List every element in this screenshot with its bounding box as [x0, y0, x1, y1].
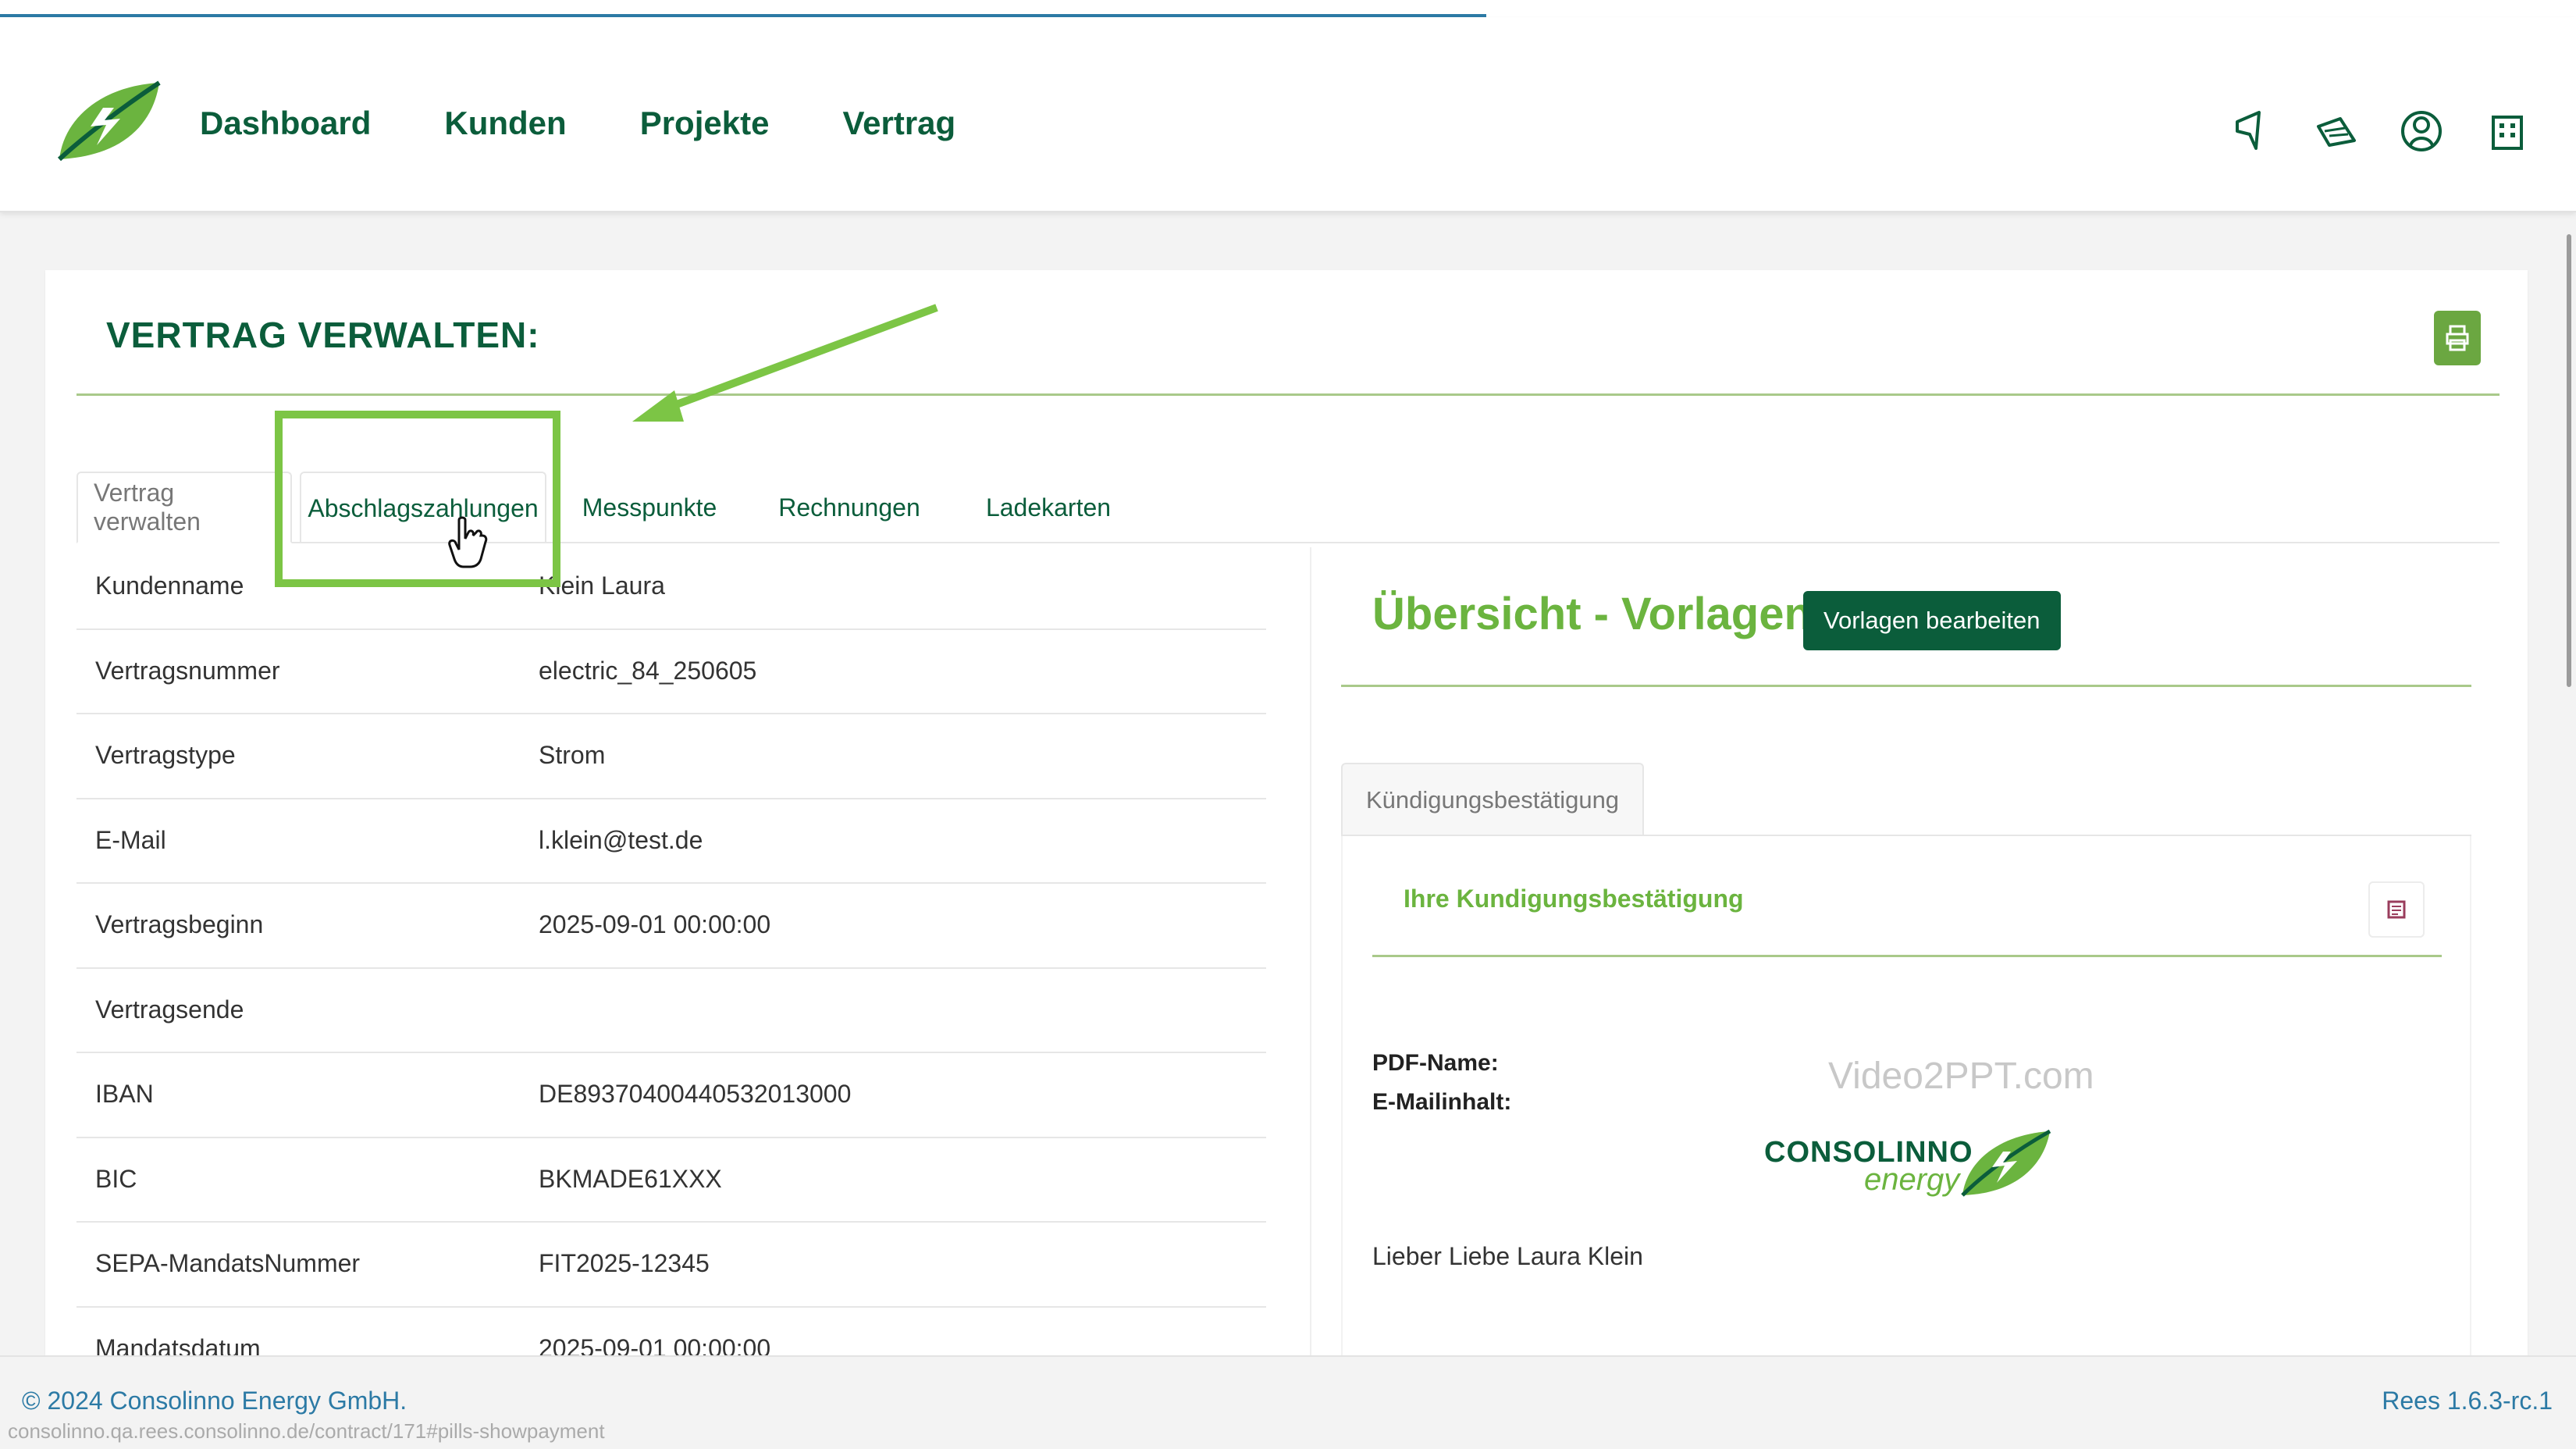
page-scrollbar-thumb[interactable]	[2567, 234, 2571, 687]
building-icon[interactable]	[2485, 103, 2529, 159]
video-watermark: Video2PPT.com	[1828, 1056, 2094, 1097]
table-row: Vertragsbeginn 2025-09-01 00:00:00	[76, 884, 1266, 969]
main-nav: Dashboard Kunden Projekte Vertrag	[200, 105, 955, 142]
template-card-divider	[1372, 955, 2442, 957]
table-row: Vertragstype Strom	[76, 714, 1266, 799]
title-divider	[76, 393, 2500, 396]
consolinno-energy-logo: CONSOLINNO energy	[1764, 1129, 2061, 1206]
table-row: IBAN DE89370400440532013000	[76, 1053, 1266, 1138]
edit-templates-button[interactable]: Vorlagen bearbeiten	[1803, 591, 2061, 650]
footer-copyright-link[interactable]: © 2024 Consolinno Energy GmbH.	[22, 1387, 407, 1415]
detail-label: Mandatsdatum	[95, 1333, 261, 1356]
page-title: VERTRAG VERWALTEN:	[106, 315, 540, 355]
detail-label: Vertragsende	[95, 995, 244, 1024]
nav-dashboard[interactable]: Dashboard	[200, 105, 371, 142]
template-document-button[interactable]	[2368, 881, 2425, 938]
pdf-name-label: PDF-Name:	[1372, 1050, 1499, 1076]
page-load-progress	[0, 0, 2576, 17]
templates-title: Übersicht - Vorlagen	[1372, 589, 1812, 639]
detail-value: electric_84_250605	[539, 656, 757, 685]
top-navbar: Dashboard Kunden Projekte Vertrag	[0, 17, 2576, 212]
megaphone-icon[interactable]	[2228, 103, 2272, 159]
nav-projekte[interactable]: Projekte	[640, 105, 770, 142]
hand-cursor-icon	[448, 516, 488, 568]
table-row: BIC BKMADE61XXX	[76, 1138, 1266, 1223]
detail-label: Kundenname	[95, 571, 244, 600]
tab-ladekarten[interactable]: Ladekarten	[959, 472, 1138, 543]
detail-value: 2025-09-01 00:00:00	[539, 910, 771, 938]
tab-messpunkte[interactable]: Messpunkte	[556, 472, 743, 543]
table-row: Vertragsnummer electric_84_250605	[76, 630, 1266, 714]
template-preview-card: Ihre Kundigungsbestätigung PDF-Name: E-M…	[1341, 836, 2471, 1355]
annotation-arrow-icon	[632, 304, 938, 422]
table-row: Mandatsdatum 2025-09-01 00:00:00	[76, 1308, 1266, 1356]
tab-kuendigungsbestaetigung[interactable]: Kündigungsbestätigung	[1341, 763, 1645, 836]
leaf-logo-icon[interactable]	[56, 78, 162, 164]
table-row: Vertragsende	[76, 969, 1266, 1053]
table-row: E-Mail l.klein@test.de	[76, 799, 1266, 884]
detail-label: E-Mail	[95, 825, 166, 854]
print-button[interactable]	[2434, 311, 2481, 365]
detail-label: BIC	[95, 1164, 137, 1193]
detail-label: Vertragsbeginn	[95, 910, 264, 938]
detail-value: Strom	[539, 741, 606, 769]
template-card-title: Ihre Kundigungsbestätigung	[1404, 885, 1744, 913]
footer-version: Rees 1.6.3-rc.1	[2382, 1387, 2553, 1415]
detail-value: 2025-09-01 00:00:00	[539, 1333, 771, 1356]
templates-panel: Übersicht - Vorlagen Vorlagen bearbeiten…	[1310, 547, 2500, 1355]
email-content-label: E-Mailinhalt:	[1372, 1089, 1512, 1115]
document-icon	[2387, 900, 2406, 919]
tab-vertrag-verwalten[interactable]: Vertrag verwalten	[76, 472, 292, 543]
user-profile-icon[interactable]	[2400, 103, 2443, 159]
table-row: Kundenname Klein Laura	[76, 545, 1266, 630]
announcement-icon[interactable]	[2314, 103, 2357, 159]
detail-value: l.klein@test.de	[539, 825, 703, 854]
detail-label: IBAN	[95, 1080, 154, 1108]
nav-icon-group	[2228, 103, 2529, 159]
leaf-logo-icon	[1961, 1129, 2051, 1197]
logo-subtext: energy	[1864, 1162, 1960, 1197]
status-bar-url: consolinno.qa.rees.consolinno.de/contrac…	[8, 1419, 605, 1443]
annotation-highlight-box	[275, 411, 560, 587]
detail-label: SEPA-MandatsNummer	[95, 1249, 361, 1277]
detail-value: BKMADE61XXX	[539, 1164, 722, 1193]
table-row: SEPA-MandatsNummer FIT2025-12345	[76, 1223, 1266, 1308]
page-footer: © 2024 Consolinno Energy GmbH. Rees 1.6.…	[0, 1355, 2576, 1449]
nav-vertrag[interactable]: Vertrag	[842, 105, 955, 142]
detail-value: FIT2025-12345	[539, 1249, 710, 1277]
tab-rechnungen[interactable]: Rechnungen	[756, 472, 943, 543]
detail-value: DE89370400440532013000	[539, 1080, 852, 1108]
print-icon	[2446, 325, 2469, 351]
detail-label: Vertragstype	[95, 741, 236, 769]
templates-divider	[1341, 685, 2471, 687]
detail-label: Vertragsnummer	[95, 656, 280, 685]
contract-details-table: Kundenname Klein Laura Vertragsnummer el…	[76, 545, 1266, 1355]
email-greeting: Lieber Liebe Laura Klein	[1372, 1242, 1643, 1270]
nav-kunden[interactable]: Kunden	[444, 105, 566, 142]
